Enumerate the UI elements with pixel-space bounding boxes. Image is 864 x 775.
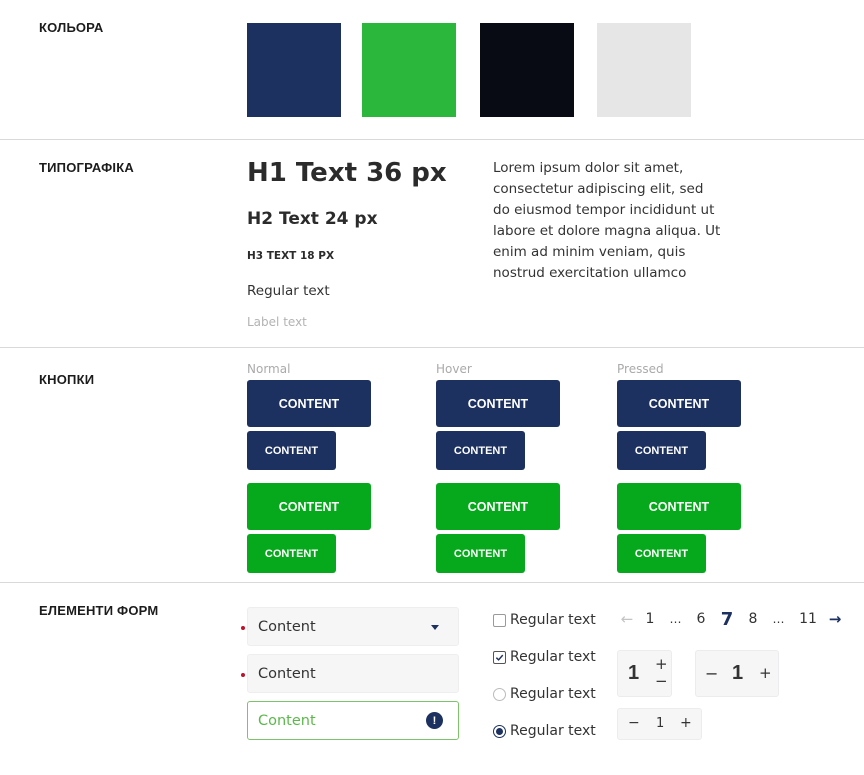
radio-selected-icon[interactable] bbox=[493, 724, 506, 738]
arrow-left-icon[interactable]: ← bbox=[617, 610, 637, 628]
caret-down-icon[interactable] bbox=[431, 625, 439, 630]
primary-button-small-hover[interactable]: CONTENT bbox=[436, 431, 525, 470]
radio-unselected[interactable]: Regular text bbox=[493, 686, 596, 702]
form-elements-section: ЕЛЕМЕНТИ ФОРМ Content Content Content ! … bbox=[0, 583, 864, 775]
primary-button-small-pressed[interactable]: CONTENT bbox=[617, 431, 706, 470]
plus-icon[interactable]: + bbox=[759, 664, 772, 682]
section-title-buttons: КНОПКИ bbox=[39, 372, 95, 387]
select-value: Content bbox=[258, 618, 316, 635]
page-link-current[interactable]: 7 bbox=[714, 609, 740, 630]
h1-sample: H1 Text 36 px bbox=[247, 158, 447, 188]
minus-icon[interactable]: − bbox=[655, 672, 668, 690]
stepper-value[interactable]: 1 bbox=[628, 662, 639, 685]
checkbox-label: Regular text bbox=[510, 612, 596, 628]
label-text-sample: Label text bbox=[247, 315, 307, 329]
buttons-section: КНОПКИ Normal Hover Pressed CONTENT CONT… bbox=[0, 348, 864, 583]
text-input-success[interactable]: Content ! bbox=[247, 701, 459, 740]
success-button-small-pressed[interactable]: CONTENT bbox=[617, 534, 706, 573]
h2-sample: H2 Text 24 px bbox=[247, 209, 378, 229]
success-button-large-normal[interactable]: CONTENT bbox=[247, 483, 371, 530]
arrow-right-icon[interactable]: → bbox=[825, 610, 845, 628]
stepper-value[interactable]: 1 bbox=[656, 716, 664, 731]
page-link[interactable]: 1 bbox=[637, 611, 663, 627]
primary-button-large-normal[interactable]: CONTENT bbox=[247, 380, 371, 427]
quantity-stepper-large[interactable]: − 1 + bbox=[695, 650, 779, 697]
page-link[interactable]: 11 bbox=[791, 611, 825, 627]
colors-section: КОЛЬОРА bbox=[0, 0, 864, 140]
primary-button-large-hover[interactable]: CONTENT bbox=[436, 380, 560, 427]
typography-section: ТИПОГРАФІКА H1 Text 36 px H2 Text 24 px … bbox=[0, 140, 864, 348]
color-swatch-black bbox=[480, 23, 574, 117]
h3-sample: H3 TEXT 18 PX bbox=[247, 250, 335, 262]
regular-text-sample: Regular text bbox=[247, 283, 330, 299]
color-swatch-navy bbox=[247, 23, 341, 117]
radio-selected[interactable]: Regular text bbox=[493, 723, 596, 739]
success-button-small-hover[interactable]: CONTENT bbox=[436, 534, 525, 573]
minus-icon[interactable]: − bbox=[628, 715, 640, 731]
text-input-value: Content bbox=[258, 665, 316, 682]
success-button-large-hover[interactable]: CONTENT bbox=[436, 483, 560, 530]
state-label-hover: Hover bbox=[436, 362, 472, 376]
required-indicator bbox=[241, 626, 245, 630]
color-swatch-green bbox=[362, 23, 456, 117]
color-swatch-light-gray bbox=[597, 23, 691, 117]
success-input-value: Content bbox=[258, 712, 316, 729]
primary-button-large-pressed[interactable]: CONTENT bbox=[617, 380, 741, 427]
plus-icon[interactable]: + bbox=[655, 655, 668, 673]
success-button-large-pressed[interactable]: CONTENT bbox=[617, 483, 741, 530]
section-title-forms: ЕЛЕМЕНТИ ФОРМ bbox=[39, 603, 159, 618]
state-label-pressed: Pressed bbox=[617, 362, 664, 376]
radio-label: Regular text bbox=[510, 686, 596, 702]
pagination: ← 1 … 6 7 8 … 11 → bbox=[617, 608, 845, 630]
quantity-stepper-vertical[interactable]: 1 + − bbox=[617, 650, 672, 697]
minus-icon[interactable]: − bbox=[705, 664, 718, 683]
required-indicator bbox=[241, 673, 245, 677]
checkbox-icon[interactable] bbox=[493, 613, 506, 627]
quantity-stepper-small[interactable]: − 1 + bbox=[617, 708, 702, 740]
page-ellipsis: … bbox=[669, 612, 682, 626]
primary-button-small-normal[interactable]: CONTENT bbox=[247, 431, 336, 470]
radio-label: Regular text bbox=[510, 723, 596, 739]
radio-icon[interactable] bbox=[493, 687, 506, 701]
success-button-small-normal[interactable]: CONTENT bbox=[247, 534, 336, 573]
section-title-colors: КОЛЬОРА bbox=[39, 20, 104, 35]
state-label-normal: Normal bbox=[247, 362, 291, 376]
plus-icon[interactable]: + bbox=[680, 715, 692, 731]
section-title-typography: ТИПОГРАФІКА bbox=[39, 160, 134, 175]
checkbox-checked[interactable]: Regular text bbox=[493, 649, 596, 665]
page-ellipsis: … bbox=[772, 612, 785, 626]
select-dropdown[interactable]: Content bbox=[241, 607, 459, 646]
checkbox-unchecked[interactable]: Regular text bbox=[493, 612, 596, 628]
page-link[interactable]: 8 bbox=[740, 611, 766, 627]
alert-icon: ! bbox=[426, 712, 443, 729]
page-link[interactable]: 6 bbox=[688, 611, 714, 627]
text-input[interactable]: Content bbox=[241, 654, 459, 693]
checkbox-checked-icon[interactable] bbox=[493, 650, 506, 664]
paragraph-sample: Lorem ipsum dolor sit amet, consectetur … bbox=[493, 160, 721, 281]
checkbox-label: Regular text bbox=[510, 649, 596, 665]
stepper-value[interactable]: 1 bbox=[732, 662, 743, 685]
